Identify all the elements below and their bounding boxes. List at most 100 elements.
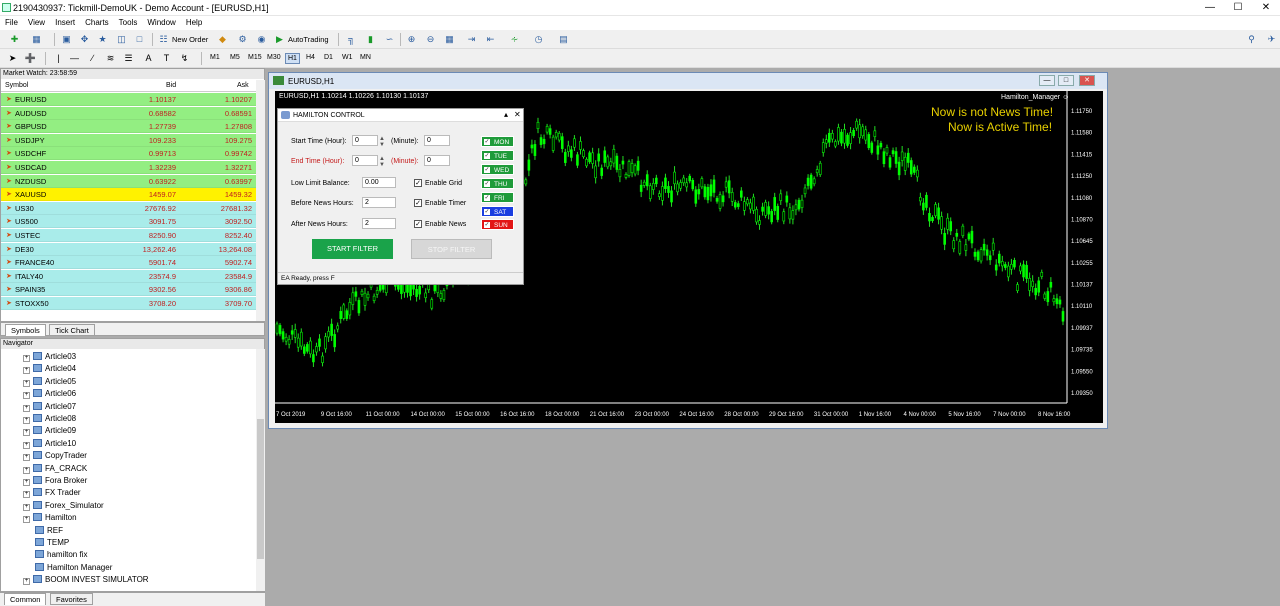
menu-file[interactable]: File <box>0 16 23 27</box>
market-watch-row[interactable]: ➤ USDJPY 109.233 109.275 <box>1 133 256 147</box>
cursor-icon[interactable]: ➤ <box>6 52 19 64</box>
signals-icon[interactable]: ◉ <box>255 33 268 45</box>
candlestick-icon[interactable]: ▮ <box>364 33 377 45</box>
chart-restore-button[interactable]: □ <box>1058 75 1074 86</box>
day-toggle-thu[interactable]: ✓ THU <box>481 177 514 189</box>
profiles-icon[interactable]: ▦ <box>30 33 43 45</box>
end-hour-input[interactable]: 0 <box>352 155 378 166</box>
fibonacci-icon[interactable]: ☰ <box>122 52 135 64</box>
navigator-item[interactable]: + FX Trader <box>23 488 81 500</box>
navigator-item[interactable]: + Article07 <box>23 401 76 414</box>
bar-chart-icon[interactable]: ╗ <box>345 33 358 45</box>
navigator-item[interactable]: + Fora Broker <box>23 476 87 488</box>
balance-input[interactable]: 0.00 <box>362 177 396 188</box>
navigator-item[interactable]: + Article09 <box>23 426 76 438</box>
autotrading-icon[interactable]: ▶ <box>273 33 286 45</box>
market-watch-row[interactable]: ➤ SPAIN35 9302.56 9306.86 <box>1 283 256 297</box>
timeframe-h1[interactable]: H1 <box>285 53 300 64</box>
timeframe-mn[interactable]: MN <box>358 53 373 62</box>
expand-icon[interactable]: + <box>23 379 30 387</box>
tester-icon[interactable]: □ <box>133 33 146 45</box>
chart-close-button[interactable]: ✕ <box>1079 75 1095 86</box>
day-toggle-sat[interactable]: ✓ SAT <box>481 205 514 217</box>
templates-icon[interactable]: ▤ <box>557 33 570 45</box>
market-watch-row[interactable]: ➤ EURUSD 1.10137 1.10207 <box>1 93 256 106</box>
expand-icon[interactable]: + <box>23 491 30 499</box>
panel-minimize-icon[interactable]: ▴ <box>504 110 508 119</box>
auto-scroll-icon[interactable]: ⇥ <box>465 33 478 45</box>
expand-icon[interactable]: + <box>23 454 30 462</box>
expand-icon[interactable]: + <box>23 429 30 437</box>
expand-icon[interactable]: + <box>23 441 30 449</box>
expand-icon[interactable]: + <box>23 479 30 486</box>
close-button[interactable]: ✕ <box>1252 0 1280 16</box>
column-bid[interactable]: Bid <box>166 82 176 89</box>
timeframe-m15[interactable]: M15 <box>246 53 264 62</box>
tab-favorites[interactable]: Favorites <box>50 593 93 605</box>
search-icon[interactable]: ⚲ <box>1245 33 1258 45</box>
navigator-item[interactable]: REF <box>35 525 63 538</box>
market-watch-row[interactable]: ➤ FRANCE40 5901.74 5902.74 <box>1 256 256 270</box>
market-watch-row[interactable]: ➤ USDCAD 1.32239 1.32271 <box>1 161 256 174</box>
data-window-icon[interactable]: ✥ <box>78 33 91 45</box>
navigator-item[interactable]: + Forex_Simulator <box>23 500 104 513</box>
horizontal-line-icon[interactable]: — <box>68 52 81 64</box>
expand-icon[interactable]: + <box>23 516 30 524</box>
market-watch-row[interactable]: ➤ GBPUSD 1.27739 1.27808 <box>1 120 256 134</box>
grid-checkbox[interactable]: ✓ <box>414 179 422 187</box>
market-watch-scrollbar[interactable] <box>256 80 265 321</box>
stop-filter-button[interactable]: STOP FILTER <box>411 239 492 259</box>
market-watch-row[interactable]: ➤ DE30 13,262.46 13,264.08 <box>1 242 256 256</box>
navigator-item[interactable]: + Article10 <box>23 438 76 451</box>
navigator-item[interactable]: + BOOM INVEST SIMULATOR <box>23 575 149 587</box>
day-toggle-wed[interactable]: ✓ WED <box>481 163 514 175</box>
timeframe-d1[interactable]: D1 <box>322 53 335 62</box>
market-watch-row[interactable]: ➤ STOXX50 3708.20 3709.70 <box>1 297 256 310</box>
crosshair-icon[interactable]: ➕ <box>24 52 37 64</box>
navigator-item[interactable]: + Article08 <box>23 414 76 426</box>
terminal-icon[interactable]: ◫ <box>115 33 128 45</box>
navigator-icon[interactable]: ★ <box>96 33 109 45</box>
maximize-button[interactable]: ☐ <box>1224 0 1252 16</box>
navigator-item[interactable]: + Article06 <box>23 389 76 401</box>
chat-icon[interactable]: ✈ <box>1265 33 1278 45</box>
start-hour-input[interactable]: 0 <box>352 135 378 146</box>
new-order-icon[interactable]: ☷ <box>157 33 170 45</box>
navigator-item[interactable]: + FA_CRACK <box>23 463 87 476</box>
navigator-scrollbar[interactable] <box>256 349 265 591</box>
market-watch-row[interactable]: ➤ ITALY40 23574.9 23584.9 <box>1 269 256 283</box>
tab-common[interactable]: Common <box>4 593 47 605</box>
before-news-input[interactable]: 2 <box>362 197 396 208</box>
metaeditor-icon[interactable]: ◆ <box>216 33 229 45</box>
navigator-item[interactable]: + Article03 <box>23 352 76 364</box>
channel-icon[interactable]: ≋ <box>104 52 117 64</box>
expand-icon[interactable]: + <box>23 578 30 586</box>
autotrading-button[interactable]: AutoTrading <box>288 35 329 44</box>
new-chart-icon[interactable]: ✚ <box>8 33 21 45</box>
timeframe-h4[interactable]: H4 <box>304 53 317 62</box>
tab-tick-chart[interactable]: Tick Chart <box>49 324 95 336</box>
options-icon[interactable]: ⚙ <box>236 33 249 45</box>
market-watch-row[interactable]: ➤ USTEC 8250.90 8252.40 <box>1 229 256 242</box>
panel-close-icon[interactable]: ✕ <box>514 110 521 119</box>
market-watch-row[interactable]: ➤ US30 27676.92 27681.32 <box>1 201 256 215</box>
vertical-line-icon[interactable]: | <box>52 52 65 64</box>
tile-windows-icon[interactable]: ▦ <box>443 33 456 45</box>
menu-help[interactable]: Help <box>181 16 207 27</box>
timeframe-m1[interactable]: M1 <box>208 53 222 62</box>
day-toggle-fri[interactable]: ✓ FRI <box>481 191 514 203</box>
expand-icon[interactable]: + <box>23 466 30 474</box>
navigator-item[interactable]: + Hamilton <box>23 513 77 525</box>
zoom-in-icon[interactable]: ⊕ <box>405 33 418 45</box>
market-watch-icon[interactable]: ▣ <box>60 33 73 45</box>
column-ask[interactable]: Ask <box>237 82 249 89</box>
market-watch-row[interactable]: ➤ XAUUSD 1459.07 1459.32 <box>1 188 256 202</box>
periods-icon[interactable]: ◷ <box>532 33 545 45</box>
line-chart-icon[interactable]: ∽ <box>383 33 396 45</box>
navigator-item[interactable]: + Article05 <box>23 376 76 389</box>
news-checkbox[interactable]: ✓ <box>414 220 422 228</box>
label-icon[interactable]: T <box>160 52 173 64</box>
expand-icon[interactable]: + <box>23 417 30 424</box>
chart-shift-icon[interactable]: ⇤ <box>484 33 497 45</box>
minimize-button[interactable]: — <box>1196 0 1224 16</box>
